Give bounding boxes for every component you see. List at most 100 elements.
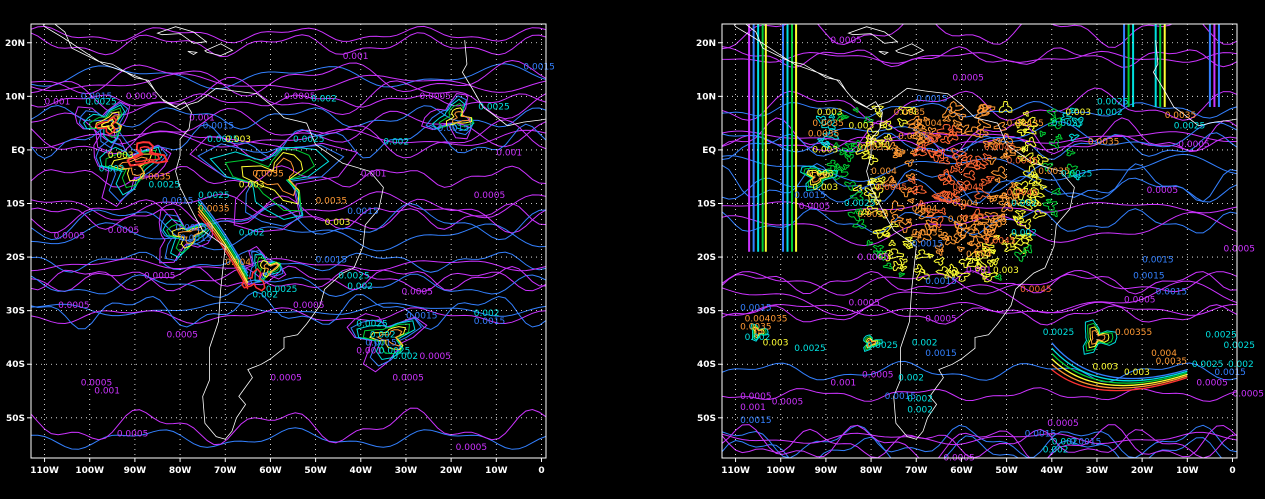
contour-label: 0.003: [225, 135, 251, 145]
contour-label: 0.0035: [1088, 138, 1120, 148]
contour-line: [31, 202, 546, 242]
contour-line: [898, 272, 906, 278]
contour-line: [933, 256, 945, 266]
contour-label: 0.001: [966, 266, 992, 276]
y-tick-label: 20N: [5, 39, 25, 49]
contour-label: 0.002: [898, 373, 924, 383]
contour-label: 0.0035: [948, 215, 980, 225]
contour-line: [953, 233, 967, 244]
contour-label: 0.0025: [794, 344, 826, 354]
contour-label: 0.0005: [420, 92, 452, 102]
contour-label: 0.0035: [1165, 111, 1197, 121]
contour-label: 0.002: [1097, 108, 1123, 118]
contour-label: 0.0005: [1047, 419, 1079, 429]
left-map-panel: 0.001 0.0015 0.0015 0.001 0.0025 0.0005 0.0005…: [5, 23, 555, 476]
contour-line: [896, 118, 909, 127]
contour-label: 0.0025: [1174, 121, 1206, 131]
contour-label: 0.0025: [293, 135, 325, 145]
y-tick-label: 40S: [697, 360, 716, 370]
contour-label: 0.0015: [1156, 288, 1188, 298]
contour-label: 0.0015: [1070, 438, 1102, 448]
contour-label: 0.0005: [1223, 245, 1255, 255]
contour-label: 0.0015: [740, 416, 772, 426]
contour-line: [1055, 133, 1063, 140]
contour-label: 0.0015: [1133, 272, 1165, 282]
contour-label: 0.0005: [474, 191, 506, 201]
contour-label: 0.0015: [740, 304, 772, 314]
contour-label: 0.002: [311, 95, 337, 105]
contour-label: 0.004: [916, 119, 942, 129]
x-tick-label: 90W: [815, 466, 838, 476]
contour-label: 0.001: [94, 387, 120, 397]
contour-label: 0.0025: [338, 272, 370, 282]
x-tick-label: 0: [1229, 466, 1235, 476]
contour-label: 0.0015: [180, 234, 212, 244]
contour-line: [982, 153, 993, 161]
contour-line: [31, 25, 546, 44]
y-tick-label: 10S: [697, 199, 716, 209]
contour-label: 0.0025: [1223, 341, 1255, 351]
contour-line: [1048, 138, 1060, 149]
x-tick-label: 10W: [1176, 466, 1199, 476]
contour-label: 0.0035: [1156, 357, 1188, 367]
contour-label: 0.0035: [858, 143, 890, 153]
contour-label: 0.002: [907, 395, 933, 405]
contour-label: 0.002: [383, 138, 409, 148]
contour-label: 0.0035: [740, 322, 772, 332]
coastline: [895, 43, 925, 57]
contour-label: 0.0025: [1061, 170, 1093, 180]
contour-line: [31, 258, 546, 272]
y-tick-label: 50S: [6, 414, 25, 424]
contour-labels: 0.0005 0.0005 0.0025 0.0015 0.003 0.0035 0.003…: [740, 36, 1264, 464]
contour-label: 0.0045: [876, 183, 908, 193]
x-tick-label: 20W: [1131, 466, 1154, 476]
y-tick-label: 20S: [6, 253, 25, 263]
contour-label: 0.0015: [406, 312, 438, 322]
y-tick-label: EQ: [702, 146, 716, 156]
contour-label: 0.003: [1124, 368, 1150, 378]
y-tick-label: 20N: [696, 39, 716, 49]
contour-label: 0.00355: [1115, 328, 1152, 338]
contour-label: 0.0005: [1147, 186, 1179, 196]
contour-label: 0.001: [361, 170, 387, 180]
contour-label: 0.004: [871, 167, 897, 177]
contour-label: 0.0005: [144, 272, 176, 282]
contour-line: [906, 198, 915, 204]
contour-label: 0.003: [108, 151, 134, 161]
contour-label: 0.0035: [858, 210, 890, 220]
contour-label: 0.003: [1092, 363, 1118, 373]
contour-label: 0.0035: [252, 170, 284, 180]
contour-label: 0.003: [817, 108, 843, 118]
contour-label: 0.004: [225, 258, 251, 268]
contour-label: 0.002: [347, 282, 373, 292]
x-tick-label: 40W: [350, 466, 373, 476]
contour-line: [1032, 208, 1048, 220]
contour-line: [889, 199, 905, 215]
y-tick-label: 20S: [697, 253, 716, 263]
contour-label: 0.0005: [858, 253, 890, 263]
x-tick-label: 100W: [766, 466, 795, 476]
contour-label: 0.0025: [1097, 97, 1129, 107]
contour-label: 0.0025: [85, 97, 117, 107]
contour-label: 0.0005: [1178, 140, 1210, 150]
contour-line: [875, 112, 883, 118]
contour-line: [1042, 201, 1058, 211]
contour-label: 0.004: [966, 250, 992, 260]
y-tick-label: 40S: [6, 360, 25, 370]
contour-label: 0.0005: [420, 352, 452, 362]
contour-label: 0.0035: [912, 229, 944, 239]
contour-line: [882, 262, 893, 270]
map-panels: 0.001 0.0015 0.0015 0.001 0.0025 0.0005 0.0005…: [5, 23, 1264, 476]
contour-label: 0.0005: [772, 397, 804, 407]
contour-line: [31, 32, 546, 58]
contour-line: [722, 428, 1237, 458]
contour-label: 0.00435: [1007, 119, 1044, 129]
contour-label: 0.003: [993, 266, 1019, 276]
x-tick-label: 30W: [395, 466, 418, 476]
contour-label: 0.0005: [943, 454, 975, 464]
contour-label: 0.0015: [1142, 255, 1174, 265]
contour-label: 0.0025: [198, 191, 230, 201]
contour-label: 0.0025: [1043, 328, 1075, 338]
contour-label: 0.0005: [952, 73, 984, 83]
coastline: [204, 43, 234, 57]
